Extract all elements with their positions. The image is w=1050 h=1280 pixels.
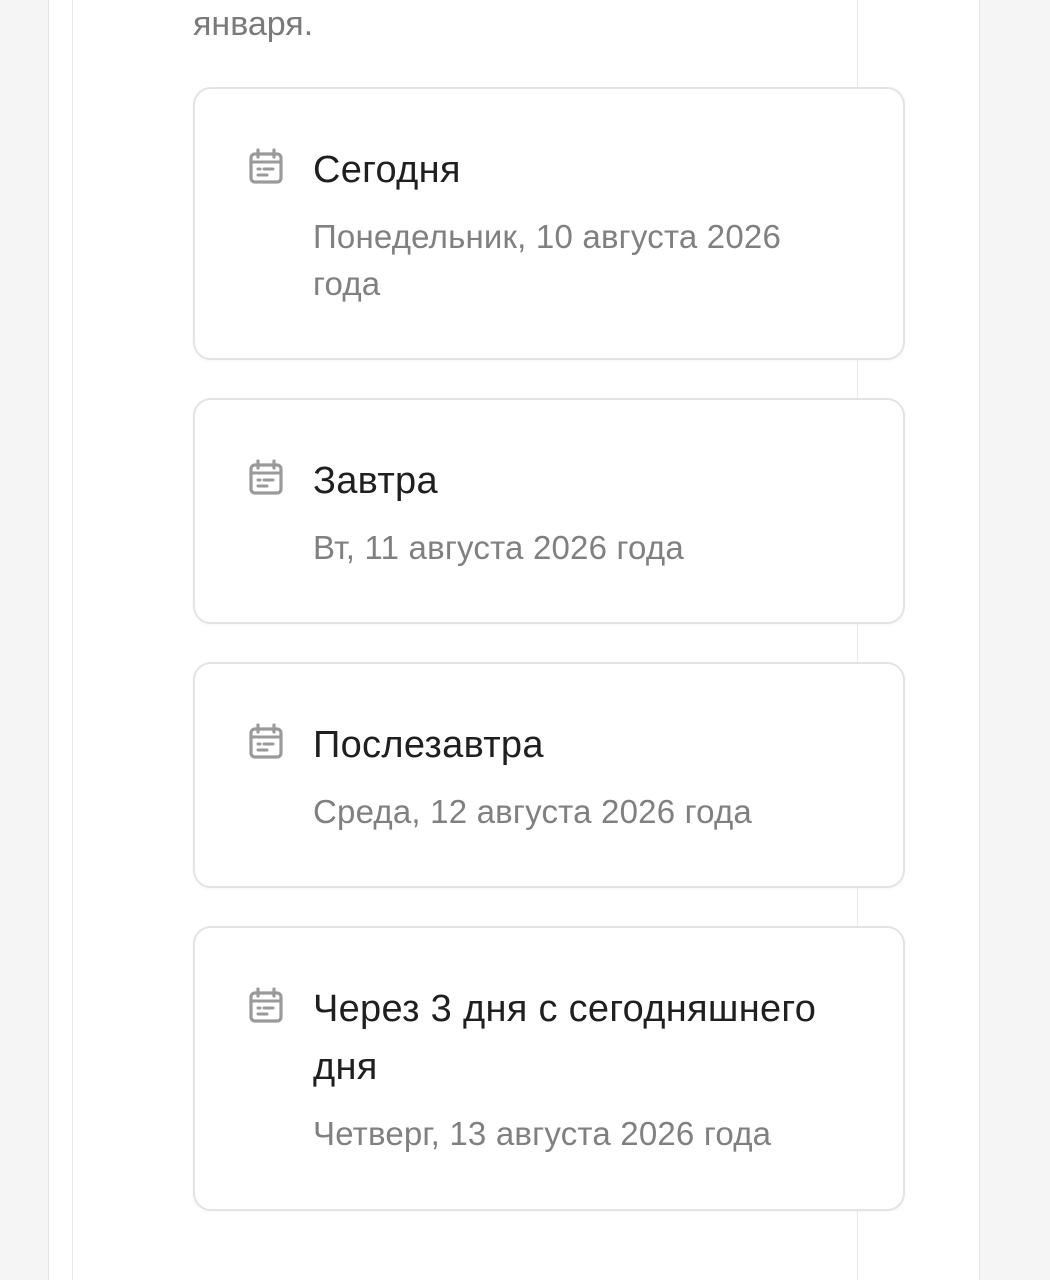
card-title: Через 3 дня с сегодняшнего дня: [313, 988, 817, 1088]
card-title: Послезавтра: [313, 724, 544, 766]
calendar-icon: [249, 723, 283, 759]
card-date: Четверг, 13 августа 2026 года: [313, 1115, 772, 1152]
date-card-today[interactable]: Сегодня Понедельник, 10 августа 2026 год…: [193, 87, 905, 360]
intro-text-tail: января.: [193, 5, 314, 43]
card-date: Понедельник, 10 августа 2026 года: [313, 218, 782, 302]
card-title: Сегодня: [313, 149, 461, 191]
card-title: Завтра: [313, 460, 438, 502]
card-date: Вт, 11 августа 2026 года: [313, 529, 684, 566]
date-card-list: Сегодня Понедельник, 10 августа 2026 год…: [193, 87, 905, 1249]
calendar-icon: [249, 459, 283, 495]
card-date: Среда, 12 августа 2026 года: [313, 793, 752, 830]
date-card-day-after-tomorrow[interactable]: Послезавтра Среда, 12 августа 2026 года: [193, 662, 905, 888]
date-card-tomorrow[interactable]: Завтра Вт, 11 августа 2026 года: [193, 398, 905, 624]
calendar-icon: [249, 148, 283, 184]
date-card-in-3-days[interactable]: Через 3 дня с сегодняшнего дня Четверг, …: [193, 926, 905, 1211]
calendar-icon: [249, 987, 283, 1023]
